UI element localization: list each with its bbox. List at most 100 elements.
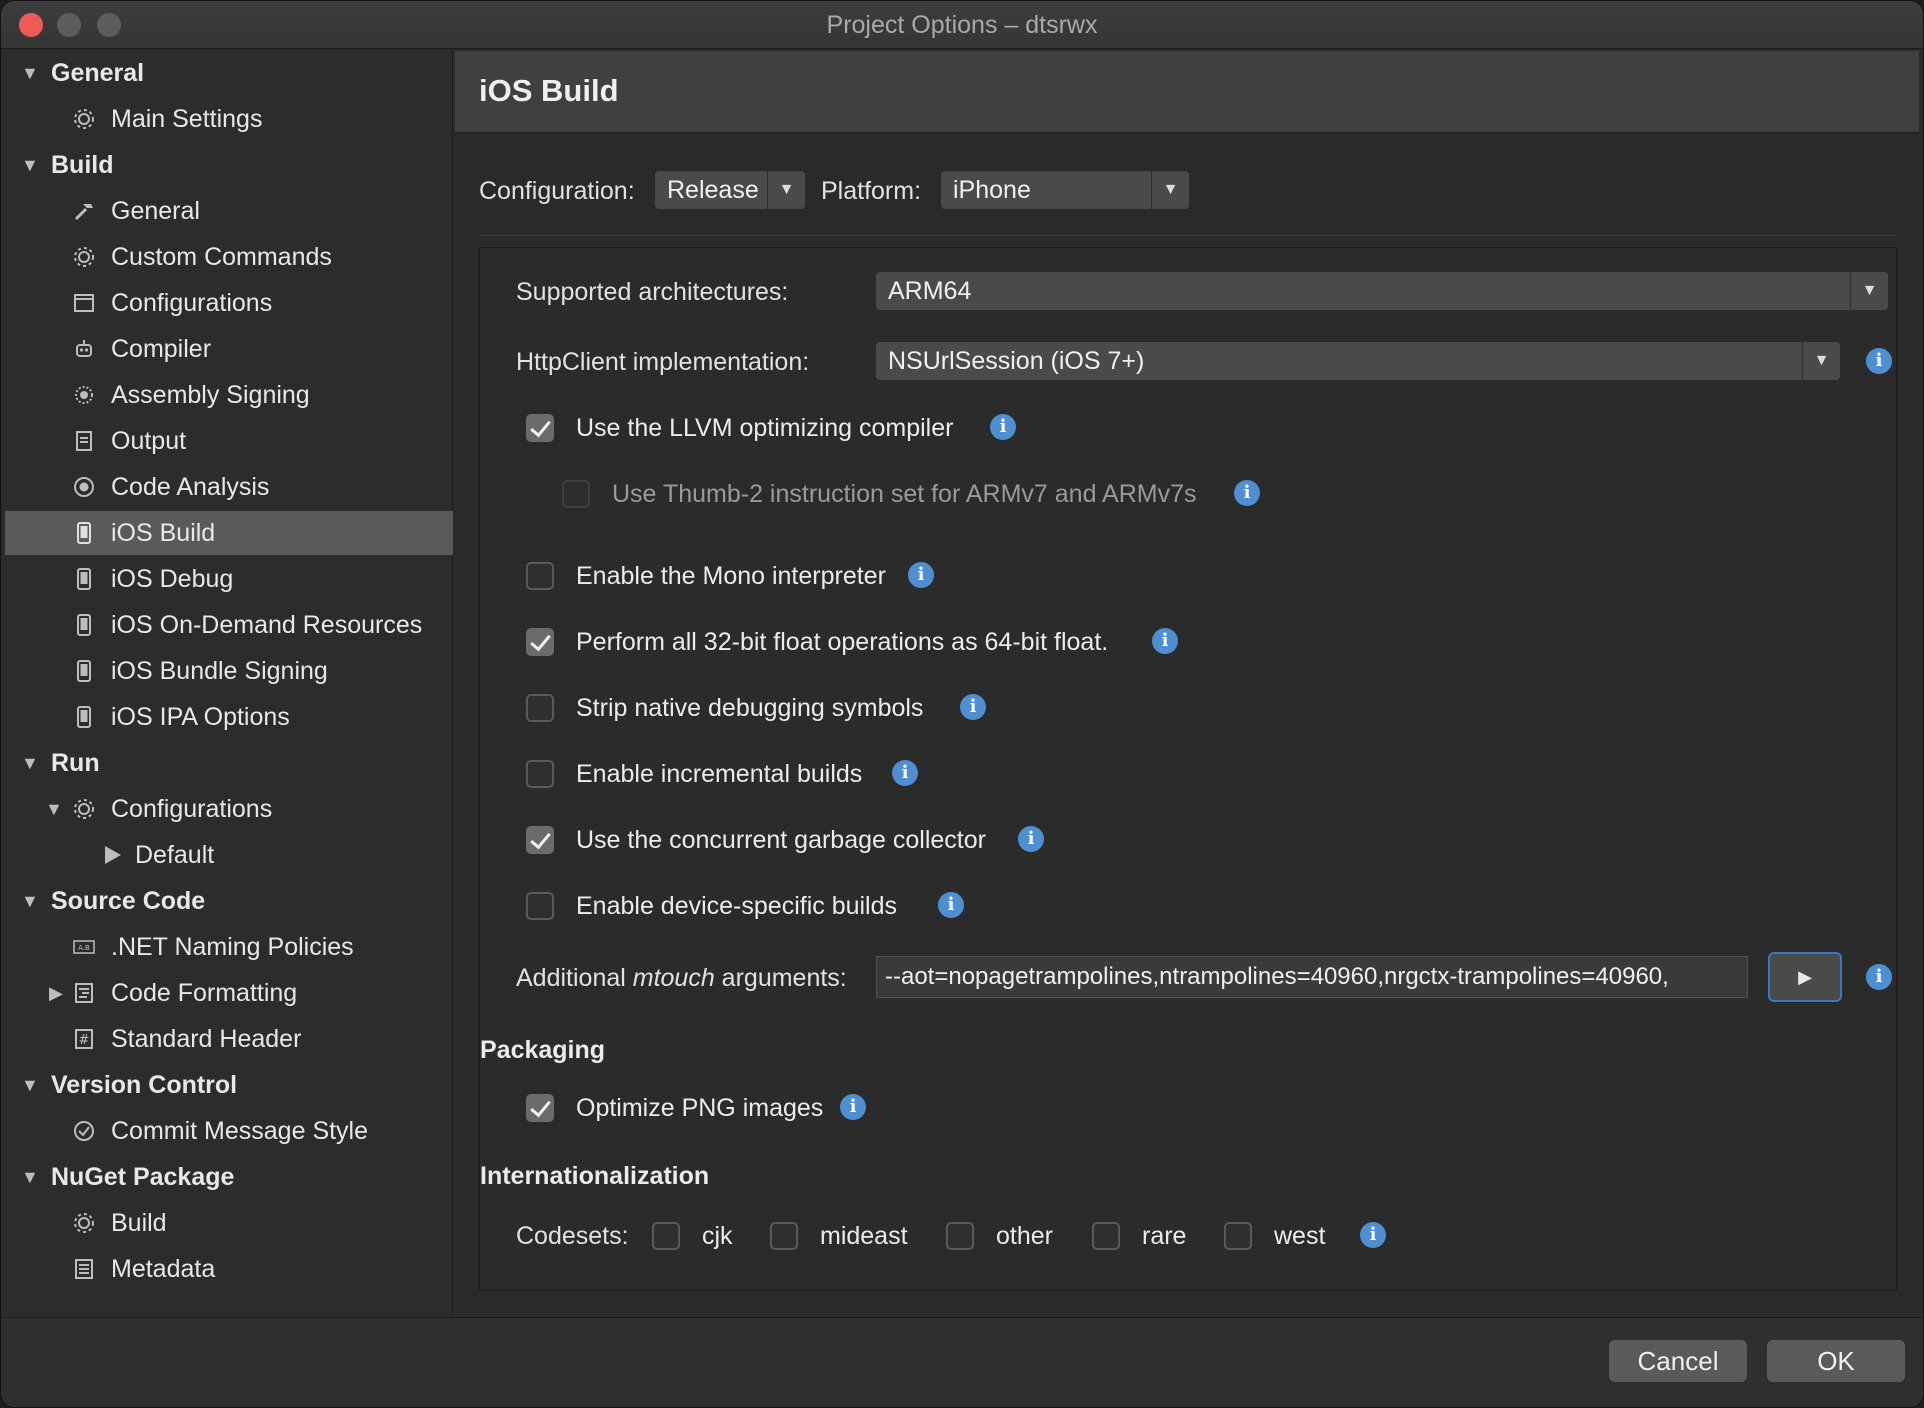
sidebar-item-code-formatting[interactable]: ▶ Code Formatting bbox=[5, 971, 453, 1015]
info-icon[interactable]: i bbox=[990, 414, 1016, 440]
chevron-down-icon[interactable]: ▼ bbox=[21, 1063, 39, 1107]
info-icon[interactable]: i bbox=[840, 1094, 866, 1120]
chevron-down-icon[interactable]: ▼ bbox=[21, 879, 39, 923]
sidebar-section-source-code[interactable]: ▼ Source Code bbox=[5, 879, 453, 923]
info-icon[interactable]: i bbox=[1360, 1222, 1386, 1248]
internationalization-title: Internationalization bbox=[480, 1162, 710, 1190]
chevron-down-icon[interactable]: ▼ bbox=[45, 787, 63, 831]
platform-dropdown[interactable]: iPhone ▼ bbox=[941, 171, 1189, 209]
sidebar-item-ios-build[interactable]: iOS Build bbox=[5, 511, 453, 555]
thumb2-label: Use Thumb-2 instruction set for ARMv7 an… bbox=[612, 480, 1197, 508]
sidebar-item-ios-bundle-signing[interactable]: iOS Bundle Signing bbox=[5, 649, 453, 693]
sidebar-section-general[interactable]: ▼ General bbox=[5, 51, 453, 95]
info-icon[interactable]: i bbox=[1866, 964, 1892, 990]
chevron-down-icon[interactable]: ▼ bbox=[21, 143, 39, 187]
sidebar-item-configurations[interactable]: Configurations bbox=[5, 281, 453, 325]
chevron-down-icon[interactable]: ▼ bbox=[1802, 342, 1840, 380]
info-icon[interactable]: i bbox=[908, 562, 934, 588]
codeset-cjk-checkbox[interactable] bbox=[652, 1222, 680, 1250]
chevron-down-icon[interactable]: ▼ bbox=[1850, 272, 1888, 310]
codeset-cjk-label: cjk bbox=[702, 1222, 733, 1250]
sidebar-item-ios-debug[interactable]: iOS Debug bbox=[5, 557, 453, 601]
build-options-box: Supported architectures: ARM64 ▼ HttpCli… bbox=[479, 247, 1897, 1291]
concurrent-gc-label: Use the concurrent garbage collector bbox=[576, 826, 986, 854]
document-icon bbox=[76, 431, 92, 451]
sidebar-item-commit-message-style[interactable]: Commit Message Style bbox=[5, 1109, 453, 1153]
project-options-window: Project Options – dtsrwx ▼ General Main … bbox=[0, 0, 1924, 1408]
incremental-builds-checkbox[interactable] bbox=[526, 760, 554, 788]
info-icon[interactable]: i bbox=[1018, 826, 1044, 852]
phone-icon bbox=[77, 522, 91, 544]
concurrent-gc-checkbox[interactable] bbox=[526, 826, 554, 854]
llvm-checkbox[interactable] bbox=[526, 414, 554, 442]
title-bar: Project Options – dtsrwx bbox=[1, 1, 1923, 49]
ab-icon: A.B bbox=[73, 940, 95, 954]
codeset-rare-checkbox[interactable] bbox=[1092, 1222, 1120, 1250]
mtouch-run-button[interactable]: ▶ bbox=[1768, 952, 1842, 1002]
codeset-west-label: west bbox=[1274, 1222, 1326, 1250]
codeset-other-checkbox[interactable] bbox=[946, 1222, 974, 1250]
chevron-down-icon[interactable]: ▼ bbox=[21, 741, 39, 785]
info-icon[interactable]: i bbox=[892, 760, 918, 786]
mtouch-arguments-input[interactable]: --aot=nopagetrampolines,ntrampolines=409… bbox=[876, 956, 1748, 998]
info-icon[interactable]: i bbox=[1234, 480, 1260, 506]
codeset-mideast-checkbox[interactable] bbox=[770, 1222, 798, 1250]
strip-symbols-checkbox[interactable] bbox=[526, 694, 554, 722]
configuration-dropdown[interactable]: Release ▼ bbox=[655, 171, 805, 209]
thumb2-checkbox[interactable] bbox=[562, 480, 590, 508]
sidebar-item-output[interactable]: Output bbox=[5, 419, 453, 463]
panel-header: iOS Build bbox=[455, 51, 1919, 133]
chevron-down-icon[interactable]: ▼ bbox=[1151, 171, 1189, 209]
platform-label: Platform: bbox=[821, 177, 922, 205]
sidebar-item-standard-header[interactable]: # Standard Header bbox=[5, 1017, 453, 1061]
float64-checkbox[interactable] bbox=[526, 628, 554, 656]
chevron-down-icon[interactable]: ▼ bbox=[21, 51, 39, 95]
device-specific-checkbox[interactable] bbox=[526, 892, 554, 920]
codeset-west-checkbox[interactable] bbox=[1224, 1222, 1252, 1250]
sidebar-item-metadata[interactable]: Metadata bbox=[5, 1247, 453, 1291]
gear-icon bbox=[74, 799, 94, 819]
architectures-dropdown[interactable]: ARM64 ▼ bbox=[876, 272, 1888, 310]
codeset-rare-label: rare bbox=[1142, 1222, 1187, 1250]
incremental-builds-label: Enable incremental builds bbox=[576, 760, 863, 788]
sidebar-item-build-general[interactable]: General bbox=[5, 189, 453, 233]
float64-label: Perform all 32-bit float operations as 6… bbox=[576, 628, 1109, 656]
sidebar-item-ios-on-demand-resources[interactable]: iOS On-Demand Resources bbox=[5, 603, 453, 647]
cancel-button[interactable]: Cancel bbox=[1609, 1340, 1747, 1382]
chevron-down-icon[interactable]: ▼ bbox=[21, 1155, 39, 1199]
sidebar-item-compiler[interactable]: Compiler bbox=[5, 327, 453, 371]
sidebar-item-net-naming-policies[interactable]: A.B .NET Naming Policies bbox=[5, 925, 453, 969]
phone-icon bbox=[77, 614, 91, 636]
httpclient-label: HttpClient implementation: bbox=[516, 348, 810, 376]
sidebar-item-code-analysis[interactable]: Code Analysis bbox=[5, 465, 453, 509]
sidebar-item-custom-commands[interactable]: Custom Commands bbox=[5, 235, 453, 279]
check-circle-icon bbox=[74, 1121, 94, 1141]
svg-text:#: # bbox=[79, 1033, 90, 1048]
info-icon[interactable]: i bbox=[938, 892, 964, 918]
page-title: iOS Build bbox=[479, 73, 619, 108]
info-icon[interactable]: i bbox=[1152, 628, 1178, 654]
sidebar-item-ios-ipa-options[interactable]: iOS IPA Options bbox=[5, 695, 453, 739]
sidebar-section-nuget-package[interactable]: ▼ NuGet Package bbox=[5, 1155, 453, 1199]
mono-interpreter-checkbox[interactable] bbox=[526, 562, 554, 590]
window-icon bbox=[74, 294, 94, 312]
robot-icon bbox=[76, 340, 92, 357]
chevron-right-icon[interactable]: ▶ bbox=[49, 971, 63, 1015]
seal-icon bbox=[75, 386, 93, 404]
sidebar-item-main-settings[interactable]: Main Settings bbox=[5, 97, 453, 141]
sidebar-section-run[interactable]: ▼ Run bbox=[5, 741, 453, 785]
info-icon[interactable]: i bbox=[960, 694, 986, 720]
optimize-png-checkbox[interactable] bbox=[526, 1094, 554, 1122]
sidebar-section-build[interactable]: ▼ Build bbox=[5, 143, 453, 187]
httpclient-dropdown[interactable]: NSUrlSession (iOS 7+) ▼ bbox=[876, 342, 1840, 380]
ok-button[interactable]: OK bbox=[1767, 1340, 1905, 1382]
info-icon[interactable]: i bbox=[1866, 348, 1892, 374]
sidebar-item-assembly-signing[interactable]: Assembly Signing bbox=[5, 373, 453, 417]
sidebar-item-default[interactable]: Default bbox=[5, 833, 453, 877]
sidebar-item-run-configurations[interactable]: ▼ Configurations bbox=[5, 787, 453, 831]
chevron-down-icon[interactable]: ▼ bbox=[767, 171, 805, 209]
packaging-title: Packaging bbox=[480, 1036, 606, 1064]
sidebar-item-nuget-build[interactable]: Build bbox=[5, 1201, 453, 1245]
sidebar-section-version-control[interactable]: ▼ Version Control bbox=[5, 1063, 453, 1107]
phone-icon bbox=[77, 660, 91, 682]
